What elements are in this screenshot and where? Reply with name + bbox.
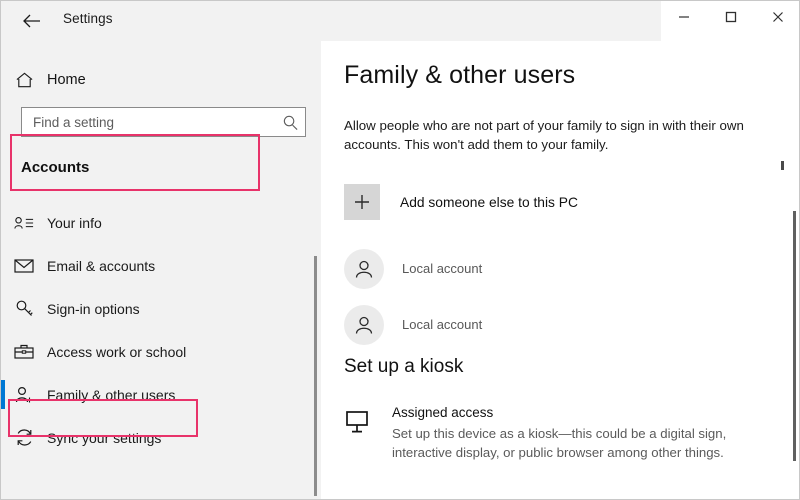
close-icon <box>772 12 783 22</box>
user-avatar-icon <box>344 305 384 345</box>
person-list-icon <box>1 215 47 231</box>
add-someone-else-label: Add someone else to this PC <box>400 194 578 210</box>
sidebar-item-signin-options[interactable]: Sign-in options <box>1 287 321 330</box>
sidebar-item-email-accounts-label: Email & accounts <box>47 257 156 274</box>
home-icon <box>1 71 47 89</box>
page-description: Allow people who are not part of your fa… <box>344 118 744 152</box>
sidebar-item-your-info[interactable]: Your info <box>1 201 321 244</box>
title-bar: Settings <box>1 1 799 41</box>
assigned-access-label: Assigned access <box>392 405 494 420</box>
sidebar-item-access-work-school-label: Access work or school <box>47 343 187 360</box>
main-scrollbar[interactable] <box>793 211 796 461</box>
briefcase-icon <box>1 343 47 360</box>
key-icon <box>1 299 47 318</box>
sidebar-item-access-work-school[interactable]: Access work or school <box>1 330 321 373</box>
plus-icon <box>344 184 380 220</box>
sidebar-item-email-accounts[interactable]: Email & accounts <box>1 244 321 287</box>
sidebar-item-family-other-users[interactable]: Family & other users <box>1 373 321 416</box>
main-content: Family & other users Allow people who ar… <box>322 41 799 499</box>
search-input[interactable] <box>22 108 275 136</box>
kiosk-section-title: Set up a kiosk <box>344 356 464 377</box>
back-button[interactable] <box>19 9 45 33</box>
minimize-button[interactable] <box>661 1 707 33</box>
account-list-item[interactable]: Local account <box>344 246 644 292</box>
app-title: Settings <box>63 11 113 26</box>
close-button[interactable] <box>755 1 799 33</box>
sidebar-section-label: Accounts <box>21 159 90 176</box>
search-icon[interactable] <box>275 108 305 136</box>
scroll-mark <box>781 161 784 170</box>
account-type-label: Local account <box>402 261 483 276</box>
account-text: Local account <box>402 316 482 334</box>
account-list-item[interactable]: Local account <box>344 302 644 348</box>
search-box[interactable] <box>21 107 306 137</box>
back-arrow-icon <box>23 14 40 28</box>
account-type-label: Local account <box>402 317 483 332</box>
sidebar-item-family-other-users-label: Family & other users <box>47 386 176 403</box>
add-someone-else-button[interactable]: Add someone else to this PC <box>344 177 584 227</box>
sidebar-item-signin-options-label: Sign-in options <box>47 300 140 317</box>
sidebar-item-your-info-label: Your info <box>47 214 102 231</box>
person-add-icon <box>1 386 47 404</box>
window-controls <box>661 1 799 41</box>
assigned-access-item[interactable]: Assigned access Set up this device as a … <box>344 405 787 462</box>
minimize-icon <box>679 16 690 18</box>
maximize-icon <box>725 11 737 23</box>
settings-window: Settings Home Find a setting Accounts Yo… <box>0 0 800 500</box>
sidebar-nav-list: Your info Email & accounts Sign-in optio… <box>1 201 321 459</box>
sidebar-item-home[interactable]: Home <box>1 63 301 97</box>
selection-indicator <box>1 380 5 409</box>
page-title: Family & other users <box>344 61 576 89</box>
sidebar-item-home-label: Home <box>47 72 86 88</box>
sidebar-item-sync-settings-label: Sync your settings <box>47 429 162 446</box>
maximize-button[interactable] <box>708 1 754 33</box>
assigned-access-text: Assigned access Set up this device as a … <box>392 405 787 462</box>
sync-icon <box>1 428 47 447</box>
sidebar-scrollbar[interactable] <box>314 256 317 496</box>
account-text: Local account <box>402 260 482 278</box>
sidebar-item-sync-settings[interactable]: Sync your settings <box>1 416 321 459</box>
assigned-access-description: Set up this device as a kiosk—this could… <box>392 426 727 460</box>
sidebar: Home Accounts You <box>1 41 321 499</box>
kiosk-display-icon <box>344 405 382 440</box>
user-avatar-icon <box>344 249 384 289</box>
envelope-icon <box>1 258 47 273</box>
